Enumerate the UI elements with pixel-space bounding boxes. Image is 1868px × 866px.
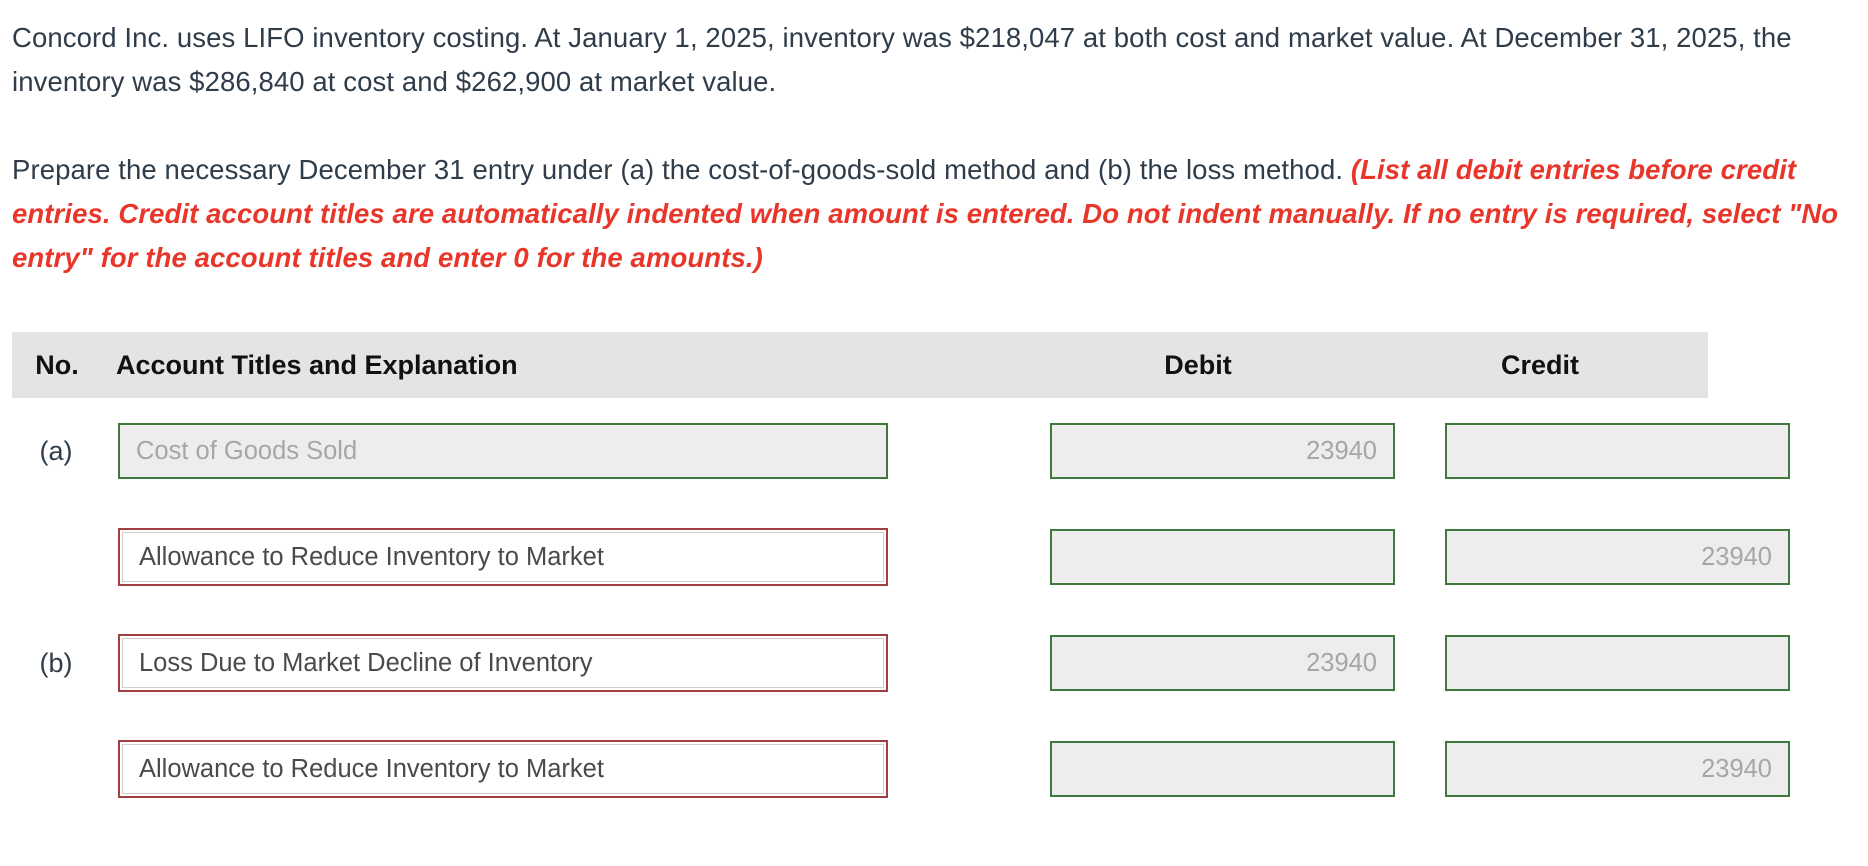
column-header-credit: Credit [1500, 349, 1579, 380]
debit-cell: 23940 [1026, 423, 1395, 479]
column-header-account-titles: Account Titles and Explanation [116, 349, 518, 380]
table-row: Allowance to Reduce Inventory to Market … [12, 716, 1790, 822]
account-title-cell: Cost of Goods Sold [100, 423, 1026, 479]
debit-amount-input[interactable]: 23940 [1050, 635, 1395, 691]
column-header-debit: Debit [1164, 349, 1232, 380]
debit-amount-input[interactable] [1050, 529, 1395, 585]
credit-cell [1395, 423, 1790, 479]
account-title-value: Allowance to Reduce Inventory to Market [122, 532, 884, 582]
table-row: Allowance to Reduce Inventory to Market … [12, 504, 1790, 610]
problem-paragraph-2: Prepare the necessary December 31 entry … [12, 148, 1856, 280]
column-header-no: No. [35, 349, 79, 380]
debit-amount-input[interactable] [1050, 741, 1395, 797]
row-number-label: (b) [39, 647, 73, 678]
debit-amount-input[interactable]: 23940 [1050, 423, 1395, 479]
credit-amount-input[interactable]: 23940 [1445, 529, 1790, 585]
debit-cell: 23940 [1026, 635, 1395, 691]
credit-cell: 23940 [1395, 529, 1790, 585]
problem-paragraph-1: Concord Inc. uses LIFO inventory costing… [12, 22, 1792, 97]
credit-amount-input[interactable]: 23940 [1445, 741, 1790, 797]
account-title-cell: Allowance to Reduce Inventory to Market [100, 528, 1026, 586]
account-title-input[interactable]: Loss Due to Market Decline of Inventory [118, 634, 888, 692]
debit-cell [1026, 529, 1395, 585]
credit-cell [1395, 635, 1790, 691]
debit-cell [1026, 741, 1395, 797]
account-title-cell: Loss Due to Market Decline of Inventory [100, 634, 1026, 692]
account-title-input[interactable]: Allowance to Reduce Inventory to Market [118, 528, 888, 586]
credit-cell: 23940 [1395, 741, 1790, 797]
credit-amount-input[interactable] [1445, 635, 1790, 691]
account-title-input[interactable]: Cost of Goods Sold [118, 423, 888, 479]
exercise-page: Concord Inc. uses LIFO inventory costing… [0, 0, 1868, 866]
account-title-cell: Allowance to Reduce Inventory to Market [100, 740, 1026, 798]
account-title-input[interactable]: Allowance to Reduce Inventory to Market [118, 740, 888, 798]
row-number-label: (a) [39, 435, 73, 466]
table-row: (b) Loss Due to Market Decline of Invent… [12, 610, 1790, 716]
journal-entry-table: No. Account Titles and Explanation Debit… [12, 332, 1790, 822]
table-header-row: No. Account Titles and Explanation Debit… [12, 332, 1708, 398]
account-title-value: Loss Due to Market Decline of Inventory [122, 638, 884, 688]
table-row: (a) Cost of Goods Sold 23940 [12, 398, 1790, 504]
credit-amount-input[interactable] [1445, 423, 1790, 479]
problem-instruction-text: Prepare the necessary December 31 entry … [12, 154, 1351, 185]
account-title-value: Allowance to Reduce Inventory to Market [122, 744, 884, 794]
problem-statement: Concord Inc. uses LIFO inventory costing… [12, 16, 1856, 280]
